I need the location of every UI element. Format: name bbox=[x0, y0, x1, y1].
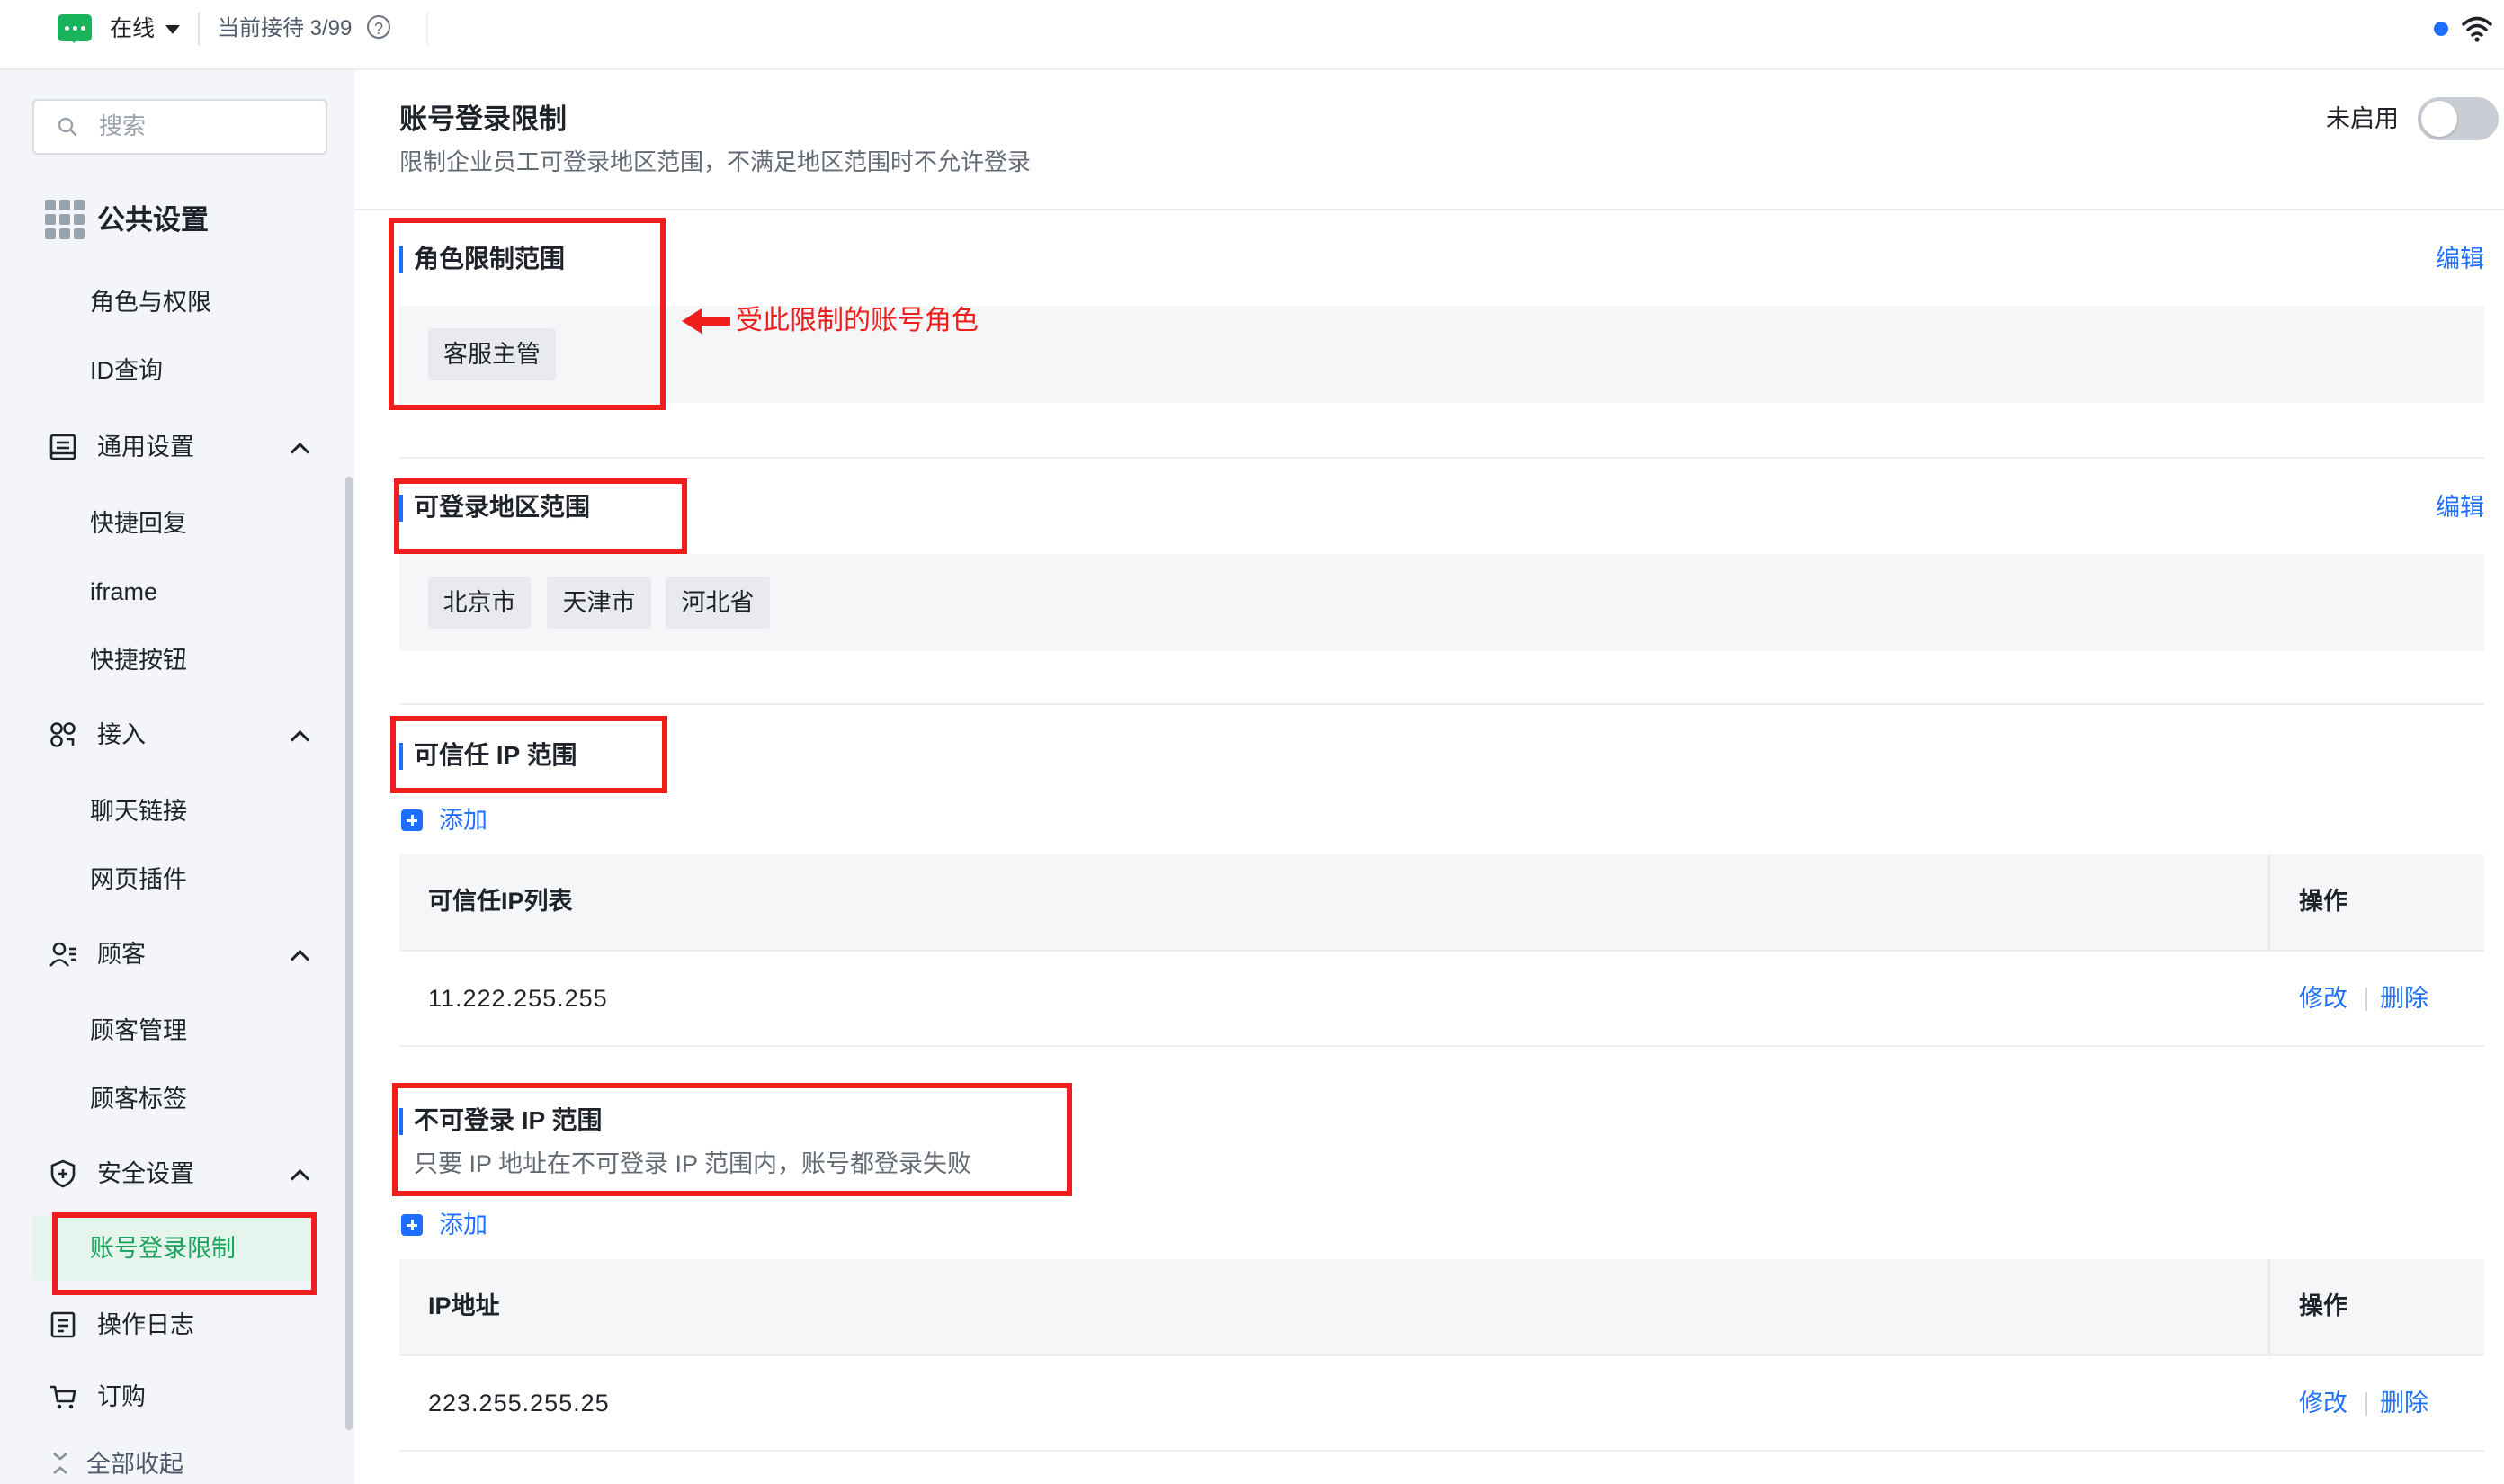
sidebar-group-security[interactable]: 安全设置 bbox=[97, 1156, 194, 1192]
column-header: 操作 bbox=[2299, 888, 2348, 915]
region-tag: 北京市 bbox=[428, 577, 531, 629]
search-icon bbox=[58, 117, 77, 137]
annotation-box bbox=[389, 218, 666, 410]
collapse-icon bbox=[53, 1453, 67, 1474]
trusted-ip-value: 11.222.255.255 bbox=[428, 985, 608, 1012]
column-header: 操作 bbox=[2299, 1292, 2348, 1319]
column-header: IP地址 bbox=[428, 1292, 500, 1319]
row-divider bbox=[399, 950, 2484, 952]
sidebar-item-order[interactable]: 订购 bbox=[97, 1379, 146, 1415]
edit-row-link[interactable]: 修改 bbox=[2299, 1385, 2348, 1421]
question-circle-icon[interactable]: ? bbox=[367, 15, 390, 39]
add-plus-icon[interactable] bbox=[401, 1214, 423, 1236]
apps-grid-icon bbox=[45, 200, 85, 239]
customer-icon bbox=[49, 942, 76, 967]
settings-doc-icon bbox=[49, 434, 76, 460]
log-doc-icon bbox=[50, 1311, 76, 1338]
row-divider bbox=[399, 1354, 2484, 1356]
sidebar-scrollbar[interactable] bbox=[345, 477, 353, 1430]
page-description: 限制企业员工可登录地区范围，不满足地区范围时不允许登录 bbox=[399, 148, 1032, 175]
trusted-ip-table-header bbox=[399, 854, 2484, 950]
blocked-ip-add-button[interactable]: 添加 bbox=[439, 1207, 487, 1243]
section-divider bbox=[399, 703, 2484, 705]
sidebar-item-web-plugin[interactable]: 网页插件 bbox=[90, 862, 187, 898]
annotation-box bbox=[392, 1083, 1072, 1196]
blocked-ip-table-header bbox=[399, 1259, 2484, 1354]
online-status-label[interactable]: 在线 bbox=[110, 13, 155, 45]
region-tag: 河北省 bbox=[666, 577, 770, 629]
sidebar-section-title: 公共设置 bbox=[97, 204, 209, 236]
column-divider bbox=[2268, 854, 2270, 950]
sidebar-item-customer-management[interactable]: 顾客管理 bbox=[90, 1013, 187, 1049]
divider bbox=[426, 13, 428, 45]
add-plus-icon[interactable] bbox=[401, 809, 423, 831]
wifi-icon bbox=[2462, 16, 2492, 42]
sidebar-item-quick-button[interactable]: 快捷按钮 bbox=[90, 642, 187, 678]
section-divider bbox=[399, 457, 2484, 459]
sidebar-item-iframe[interactable]: iframe bbox=[90, 574, 157, 610]
arrow-left-icon bbox=[682, 308, 730, 334]
chat-status-icon[interactable] bbox=[58, 14, 92, 43]
cart-icon bbox=[50, 1385, 76, 1409]
row-divider bbox=[399, 1045, 2484, 1047]
caret-down-icon[interactable] bbox=[165, 25, 180, 34]
blocked-ip-value: 223.255.255.25 bbox=[428, 1390, 610, 1417]
annotation-box bbox=[390, 716, 667, 793]
page-title: 账号登录限制 bbox=[399, 103, 567, 135]
action-divider bbox=[2365, 1392, 2367, 1416]
sidebar-item-id-query[interactable]: ID查询 bbox=[90, 353, 163, 389]
edit-row-link[interactable]: 修改 bbox=[2299, 980, 2348, 1016]
delete-row-link[interactable]: 删除 bbox=[2380, 980, 2428, 1016]
action-divider bbox=[2365, 988, 2367, 1011]
sidebar-item-operation-log[interactable]: 操作日志 bbox=[97, 1307, 194, 1343]
sidebar-group-general[interactable]: 通用设置 bbox=[97, 429, 194, 465]
row-divider bbox=[399, 1450, 2484, 1452]
header-divider bbox=[354, 209, 2504, 210]
column-header: 可信任IP列表 bbox=[428, 888, 573, 915]
delete-row-link[interactable]: 删除 bbox=[2380, 1385, 2428, 1421]
annotation-box bbox=[394, 478, 687, 554]
toggle-status-label: 未启用 bbox=[2326, 105, 2399, 132]
sidebar-group-access[interactable]: 接入 bbox=[97, 717, 146, 753]
divider bbox=[198, 13, 200, 45]
sidebar-item-chat-link[interactable]: 聊天链接 bbox=[90, 793, 187, 829]
role-edit-link[interactable]: 编辑 bbox=[2436, 241, 2484, 277]
collapse-all-button[interactable]: 全部收起 bbox=[86, 1446, 183, 1482]
annotation-box bbox=[52, 1212, 317, 1295]
sidebar-item-quick-reply[interactable]: 快捷回复 bbox=[90, 505, 187, 541]
connection-dot bbox=[2434, 22, 2448, 36]
trusted-ip-add-button[interactable]: 添加 bbox=[439, 802, 487, 838]
annotation-text: 受此限制的账号角色 bbox=[736, 306, 979, 335]
search-placeholder: 搜索 bbox=[99, 112, 147, 139]
sidebar-item-customer-tags[interactable]: 顾客标签 bbox=[90, 1081, 187, 1117]
sidebar-item-roles[interactable]: 角色与权限 bbox=[90, 284, 211, 320]
reception-count: 当前接待 3/99 bbox=[218, 16, 353, 40]
column-divider bbox=[2268, 1259, 2270, 1354]
sidebar-group-customer[interactable]: 顾客 bbox=[97, 936, 146, 972]
shield-icon bbox=[50, 1159, 76, 1188]
region-edit-link[interactable]: 编辑 bbox=[2436, 489, 2484, 525]
toggle-knob[interactable] bbox=[2421, 101, 2457, 137]
region-tag: 天津市 bbox=[547, 577, 651, 629]
link-nodes-icon bbox=[50, 722, 76, 747]
